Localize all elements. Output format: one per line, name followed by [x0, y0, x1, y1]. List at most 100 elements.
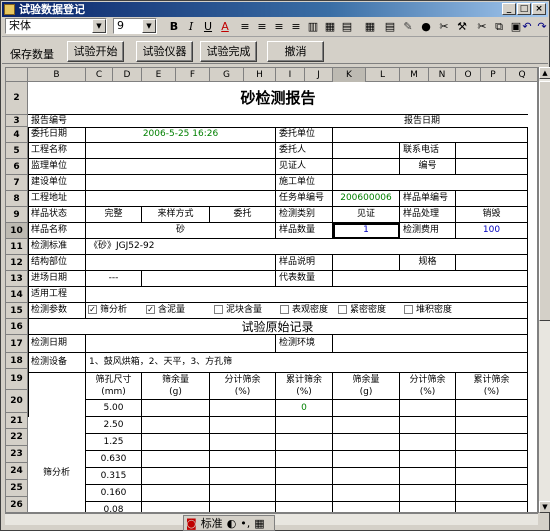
sieve-input-cell[interactable] [333, 502, 400, 512]
row-header-selected[interactable]: 10 [6, 223, 28, 239]
sieve-input-cell[interactable] [400, 451, 456, 468]
cum-value-cell[interactable]: 0 [276, 400, 333, 417]
col-header[interactable]: Q [506, 68, 537, 82]
sieve-input-cell[interactable] [456, 468, 528, 485]
sieve-input-cell[interactable] [142, 468, 210, 485]
standard-value[interactable]: 《砂》JGJ52-92 [86, 239, 528, 255]
align-left-icon[interactable]: ≡ [237, 19, 253, 34]
sieve-input-cell[interactable] [210, 417, 276, 434]
punct-icon[interactable]: •, [238, 517, 252, 530]
sieve-input-cell[interactable] [456, 451, 528, 468]
sample-qty-value[interactable]: 1 [333, 223, 400, 239]
row-header[interactable]: 13 [6, 271, 28, 287]
row-header[interactable]: 26 [6, 497, 28, 512]
sample-name-value[interactable]: 砂 [86, 223, 276, 239]
row-header[interactable]: 9 [6, 207, 28, 223]
sieve-input-cell[interactable] [333, 451, 400, 468]
sieve-input-cell[interactable] [276, 451, 333, 468]
supervisor-value[interactable] [86, 159, 276, 175]
vertical-scrollbar[interactable]: ▲ ▼ [538, 67, 550, 513]
phone-value[interactable] [456, 143, 528, 159]
task-no-value[interactable]: 200600006 [333, 191, 400, 207]
minimize-button[interactable]: _ [502, 3, 516, 15]
sieve-input-cell[interactable] [142, 417, 210, 434]
sieve-input-cell[interactable] [142, 400, 210, 417]
font-color-button[interactable]: A [217, 19, 233, 34]
brush-icon[interactable]: ✎ [400, 19, 416, 34]
param-apparent[interactable]: 表观密度 [280, 303, 328, 318]
mark-icon[interactable]: ● [418, 19, 434, 34]
sieve-input-cell[interactable] [276, 434, 333, 451]
row-header[interactable]: 23 [6, 446, 28, 463]
check-type-value[interactable]: 见证 [333, 207, 400, 223]
test-start-button[interactable]: 试验开始 [67, 41, 124, 62]
env-value[interactable] [333, 335, 528, 353]
sieve-input-cell[interactable] [400, 485, 456, 502]
equipment-value[interactable]: 1、鼓风烘箱，2、天平，3、方孔筛 [86, 353, 528, 373]
bold-button[interactable]: B [166, 19, 182, 34]
row-header[interactable]: 21 [6, 413, 28, 429]
row-header[interactable]: 22 [6, 429, 28, 446]
row-header[interactable]: 11 [6, 239, 28, 255]
col-header[interactable]: J [305, 68, 333, 82]
scroll-down-icon[interactable]: ▼ [539, 501, 550, 513]
row-header[interactable]: 3 [6, 115, 28, 127]
col-header[interactable]: B [28, 68, 86, 82]
test-finish-button[interactable]: 试验完成 [200, 41, 257, 62]
row-header[interactable]: 17 [6, 335, 28, 353]
table-icon[interactable]: ▤ [382, 19, 398, 34]
sieve-input-cell[interactable] [400, 400, 456, 417]
undo-icon[interactable]: ↶ [519, 19, 535, 34]
test-instrument-button[interactable]: 试验仪器 [136, 41, 193, 62]
rep-qty-value[interactable] [333, 271, 528, 287]
sieve-input-cell[interactable] [333, 485, 400, 502]
col-header[interactable]: O [456, 68, 481, 82]
border-icon[interactable]: ▦ [322, 19, 338, 34]
part-value[interactable] [86, 255, 276, 271]
sieve-input-cell[interactable] [210, 468, 276, 485]
row-header[interactable]: 4 [6, 127, 28, 143]
handling-value[interactable]: 销毁 [456, 207, 528, 223]
sieve-input-cell[interactable] [333, 468, 400, 485]
sieve-input-cell[interactable] [276, 417, 333, 434]
scroll-up-icon[interactable]: ▲ [539, 67, 550, 79]
entry-date-value[interactable]: --- [86, 271, 142, 287]
moon-icon[interactable]: ◐ [225, 517, 239, 530]
row-header[interactable]: 19 [6, 369, 28, 390]
sieve-input-cell[interactable] [456, 434, 528, 451]
col-header[interactable]: L [366, 68, 400, 82]
desc-value[interactable] [333, 255, 400, 271]
row-header[interactable]: 7 [6, 175, 28, 191]
sieve-input-cell[interactable] [210, 434, 276, 451]
align-right-icon[interactable]: ≡ [271, 19, 287, 34]
checkbox-icon[interactable] [338, 305, 347, 314]
corner-cell[interactable] [6, 68, 28, 82]
row-header[interactable]: 5 [6, 143, 28, 159]
ime-mode-label[interactable]: 标准 [199, 515, 225, 531]
cancel-button[interactable]: 撤消 [267, 41, 324, 62]
font-select[interactable]: 宋体 ▼ [5, 18, 107, 34]
sieve-input-cell[interactable] [333, 400, 400, 417]
sieve-input-cell[interactable] [210, 451, 276, 468]
test-date-value[interactable] [86, 335, 276, 353]
row-header[interactable]: 25 [6, 480, 28, 497]
col-header[interactable]: H [244, 68, 276, 82]
address-value[interactable] [86, 191, 276, 207]
row-header[interactable]: 14 [6, 287, 28, 303]
row-header[interactable]: 6 [6, 159, 28, 175]
row-header[interactable]: 2 [6, 82, 28, 115]
project-value[interactable] [86, 143, 276, 159]
wrench-icon[interactable]: ⚒ [454, 19, 470, 34]
copy-icon[interactable]: ⧉ [491, 19, 507, 34]
scroll-thumb[interactable] [539, 81, 550, 321]
col-header[interactable]: D [113, 68, 142, 82]
sieve-input-cell[interactable] [400, 434, 456, 451]
underline-button[interactable]: U [200, 19, 216, 34]
checkbox-checked-icon[interactable]: ✓ [146, 305, 155, 314]
state-value[interactable]: 完整 [86, 207, 142, 223]
merge-cells-icon[interactable]: ▥ [305, 19, 321, 34]
param-bulk[interactable]: 堆积密度 [404, 303, 452, 318]
param-compact[interactable]: 紧密密度 [338, 303, 386, 318]
sieve-input-cell[interactable] [456, 400, 528, 417]
sieve-input-cell[interactable] [210, 502, 276, 512]
